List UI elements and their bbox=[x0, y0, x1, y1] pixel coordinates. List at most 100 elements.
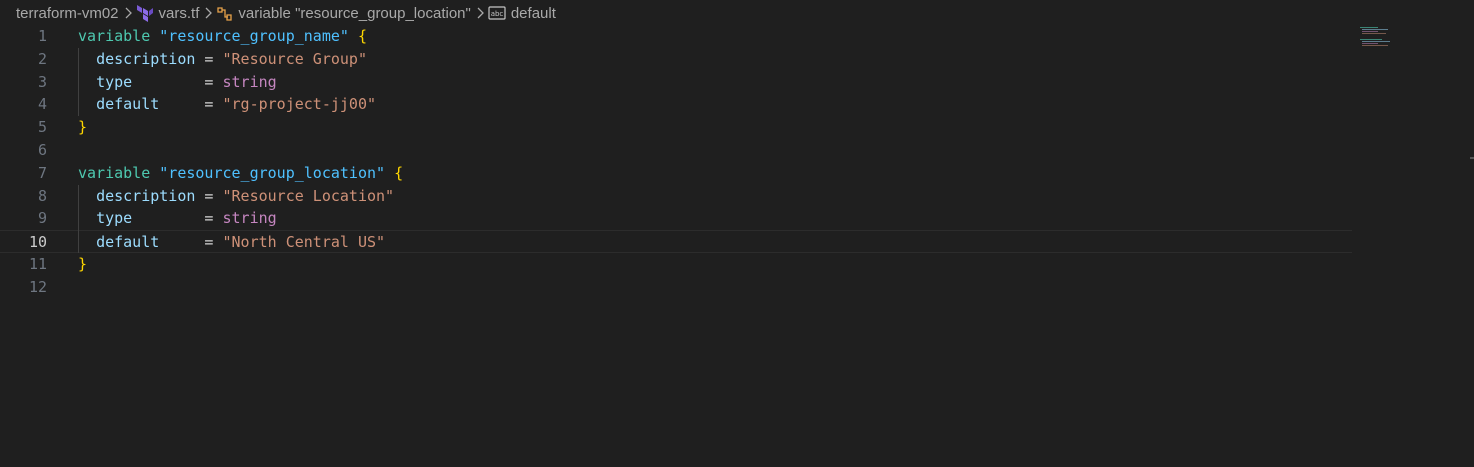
line-number: 10 bbox=[28, 233, 47, 252]
code-line[interactable]: 6 bbox=[0, 139, 1352, 162]
code-token-prop: type bbox=[96, 209, 133, 228]
code-token-op bbox=[78, 95, 96, 113]
code-text: variable "resource_group_location" { bbox=[78, 162, 403, 185]
code-token-kw: variable bbox=[78, 27, 151, 45]
code-line[interactable]: 7 variable "resource_group_location" { bbox=[0, 162, 1352, 185]
code-token-str: "Resource Group" bbox=[222, 49, 368, 68]
code-token-op: = bbox=[132, 209, 223, 228]
code-token-op bbox=[385, 164, 394, 182]
variable-icon bbox=[216, 5, 233, 22]
code-line[interactable]: 3 type = string bbox=[0, 71, 1352, 94]
code-token-type: string bbox=[222, 72, 277, 91]
code-line[interactable]: 9 type = string bbox=[0, 207, 1352, 230]
code-text: description = "Resource Location" bbox=[78, 185, 394, 208]
breadcrumb-file-label: vars.tf bbox=[158, 4, 200, 22]
chevron-right-icon bbox=[204, 7, 213, 19]
line-number: 12 bbox=[28, 277, 47, 296]
code-line[interactable]: 2 description = "Resource Group" bbox=[0, 48, 1352, 71]
code-token-op: = bbox=[159, 95, 223, 114]
breadcrumb-symbol-label: variable "resource_group_location" bbox=[238, 4, 471, 22]
code-token-op: = bbox=[159, 233, 223, 252]
code-token-prop: description bbox=[96, 49, 196, 68]
code-token-prop: description bbox=[96, 186, 196, 205]
minimap-line bbox=[1360, 39, 1382, 40]
minimap-line bbox=[1362, 33, 1386, 34]
code-token-name: "resource_group_name" bbox=[159, 27, 349, 45]
code-text: } bbox=[78, 253, 87, 276]
terraform-icon bbox=[136, 4, 154, 22]
code-text: } bbox=[78, 116, 87, 139]
code-token-op bbox=[78, 233, 96, 251]
code-token-op bbox=[349, 27, 358, 45]
string-icon: abc bbox=[488, 5, 506, 21]
code-token-op: = bbox=[195, 49, 223, 68]
code-token-op bbox=[78, 209, 96, 227]
code-token-op bbox=[150, 27, 159, 45]
breadcrumb-property-label: default bbox=[510, 4, 556, 22]
minimap-line bbox=[1362, 45, 1388, 46]
code-token-name: "resource_group_location" bbox=[159, 163, 386, 182]
chevron-right-icon bbox=[476, 7, 484, 19]
code-text: default = "rg-project-jj00" bbox=[78, 93, 376, 116]
line-number: 7 bbox=[37, 163, 47, 182]
minimap-line bbox=[1362, 41, 1390, 42]
code-token-op bbox=[78, 187, 96, 205]
breadcrumb-folder[interactable]: terraform-vm02 bbox=[16, 5, 119, 22]
code-text: type = string bbox=[78, 207, 277, 230]
scrollbar-cursor-marker bbox=[1470, 157, 1474, 159]
code-line[interactable]: 12 bbox=[0, 276, 1352, 299]
code-token-prop: default bbox=[96, 95, 160, 114]
code-token-brace: } bbox=[78, 118, 88, 137]
code-line[interactable]: 4 default = "rg-project-jj00" bbox=[0, 93, 1352, 116]
code-line[interactable]: 1 variable "resource_group_name" { bbox=[0, 25, 1352, 48]
code-token-op bbox=[78, 50, 96, 68]
line-number: 8 bbox=[37, 186, 47, 205]
code-token-type: string bbox=[222, 209, 277, 228]
code-text: type = string bbox=[78, 71, 277, 94]
chevron-right-icon bbox=[124, 7, 132, 19]
breadcrumb-symbol[interactable]: variable "resource_group_location" bbox=[216, 4, 471, 22]
code-line[interactable]: 8 description = "Resource Location" bbox=[0, 185, 1352, 208]
code-line[interactable]: 11} bbox=[0, 253, 1352, 276]
line-number: 6 bbox=[37, 141, 47, 159]
code-line[interactable]: 5} bbox=[0, 116, 1352, 139]
code-token-brace: } bbox=[78, 255, 88, 273]
breadcrumb: terraform-vm02 vars.tf variable "resourc… bbox=[0, 0, 1474, 26]
code-token-kw: variable bbox=[78, 163, 151, 182]
code-editor[interactable]: 1 variable "resource_group_name" {2 descr… bbox=[0, 25, 1474, 467]
code-token-str: "rg-project-jj00" bbox=[222, 95, 377, 114]
indent-guide bbox=[78, 47, 79, 117]
minimap-line bbox=[1362, 29, 1388, 30]
code-text: variable "resource_group_name" { bbox=[78, 25, 367, 48]
code-token-str: "North Central US" bbox=[222, 233, 386, 252]
line-number: 4 bbox=[37, 95, 47, 114]
breadcrumb-property[interactable]: abc default bbox=[488, 5, 556, 22]
code-token-op: = bbox=[132, 72, 223, 91]
minimap-line bbox=[1362, 31, 1378, 32]
breadcrumb-folder-label: terraform-vm02 bbox=[16, 4, 119, 22]
code-token-brace: { bbox=[357, 27, 367, 45]
code-token-brace: { bbox=[394, 163, 404, 182]
code-token-prop: default bbox=[96, 233, 160, 252]
line-number: 1 bbox=[37, 27, 47, 45]
code-token-str: "Resource Location" bbox=[222, 186, 395, 205]
code-token-op bbox=[78, 73, 96, 91]
line-number: 11 bbox=[28, 255, 47, 273]
line-number: 2 bbox=[37, 49, 47, 68]
code-token-op: = bbox=[195, 186, 223, 205]
indent-guide bbox=[78, 184, 79, 253]
line-number: 9 bbox=[37, 209, 47, 228]
code-line[interactable]: 10 default = "North Central US" bbox=[0, 230, 1352, 254]
minimap-line bbox=[1362, 43, 1378, 44]
code-token-prop: type bbox=[96, 72, 133, 91]
code-text: description = "Resource Group" bbox=[78, 48, 367, 71]
svg-text:abc: abc bbox=[491, 10, 504, 18]
line-number: 3 bbox=[37, 72, 47, 91]
minimap-line bbox=[1360, 27, 1378, 28]
breadcrumb-file[interactable]: vars.tf bbox=[136, 4, 200, 22]
code-text: default = "North Central US" bbox=[78, 231, 385, 254]
vertical-scrollbar[interactable] bbox=[1470, 26, 1474, 467]
minimap[interactable] bbox=[1356, 26, 1400, 50]
code-token-op bbox=[150, 164, 159, 182]
line-number: 5 bbox=[37, 118, 47, 137]
